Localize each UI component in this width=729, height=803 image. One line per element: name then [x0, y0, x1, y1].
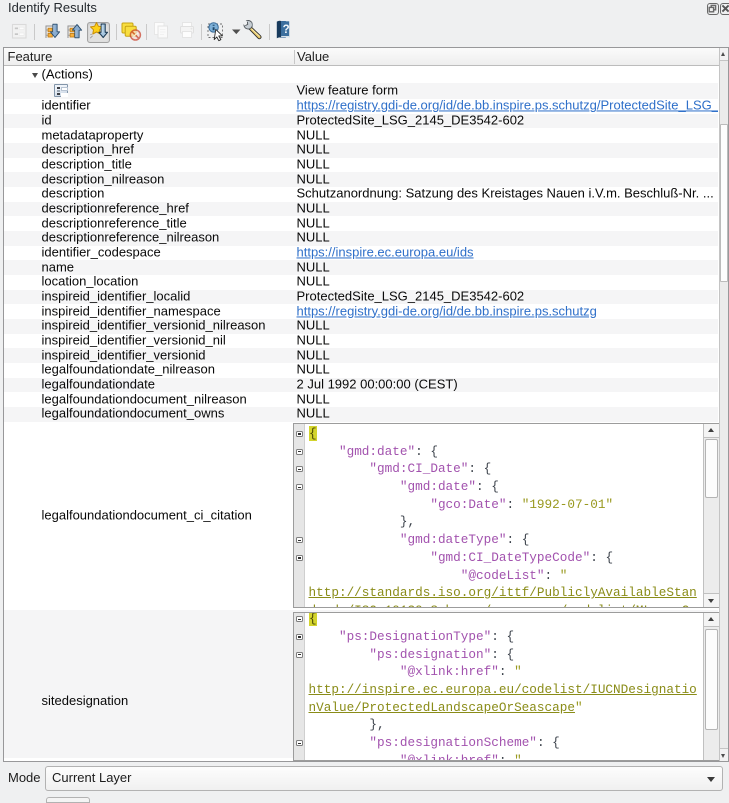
- svg-text:?: ?: [283, 24, 290, 36]
